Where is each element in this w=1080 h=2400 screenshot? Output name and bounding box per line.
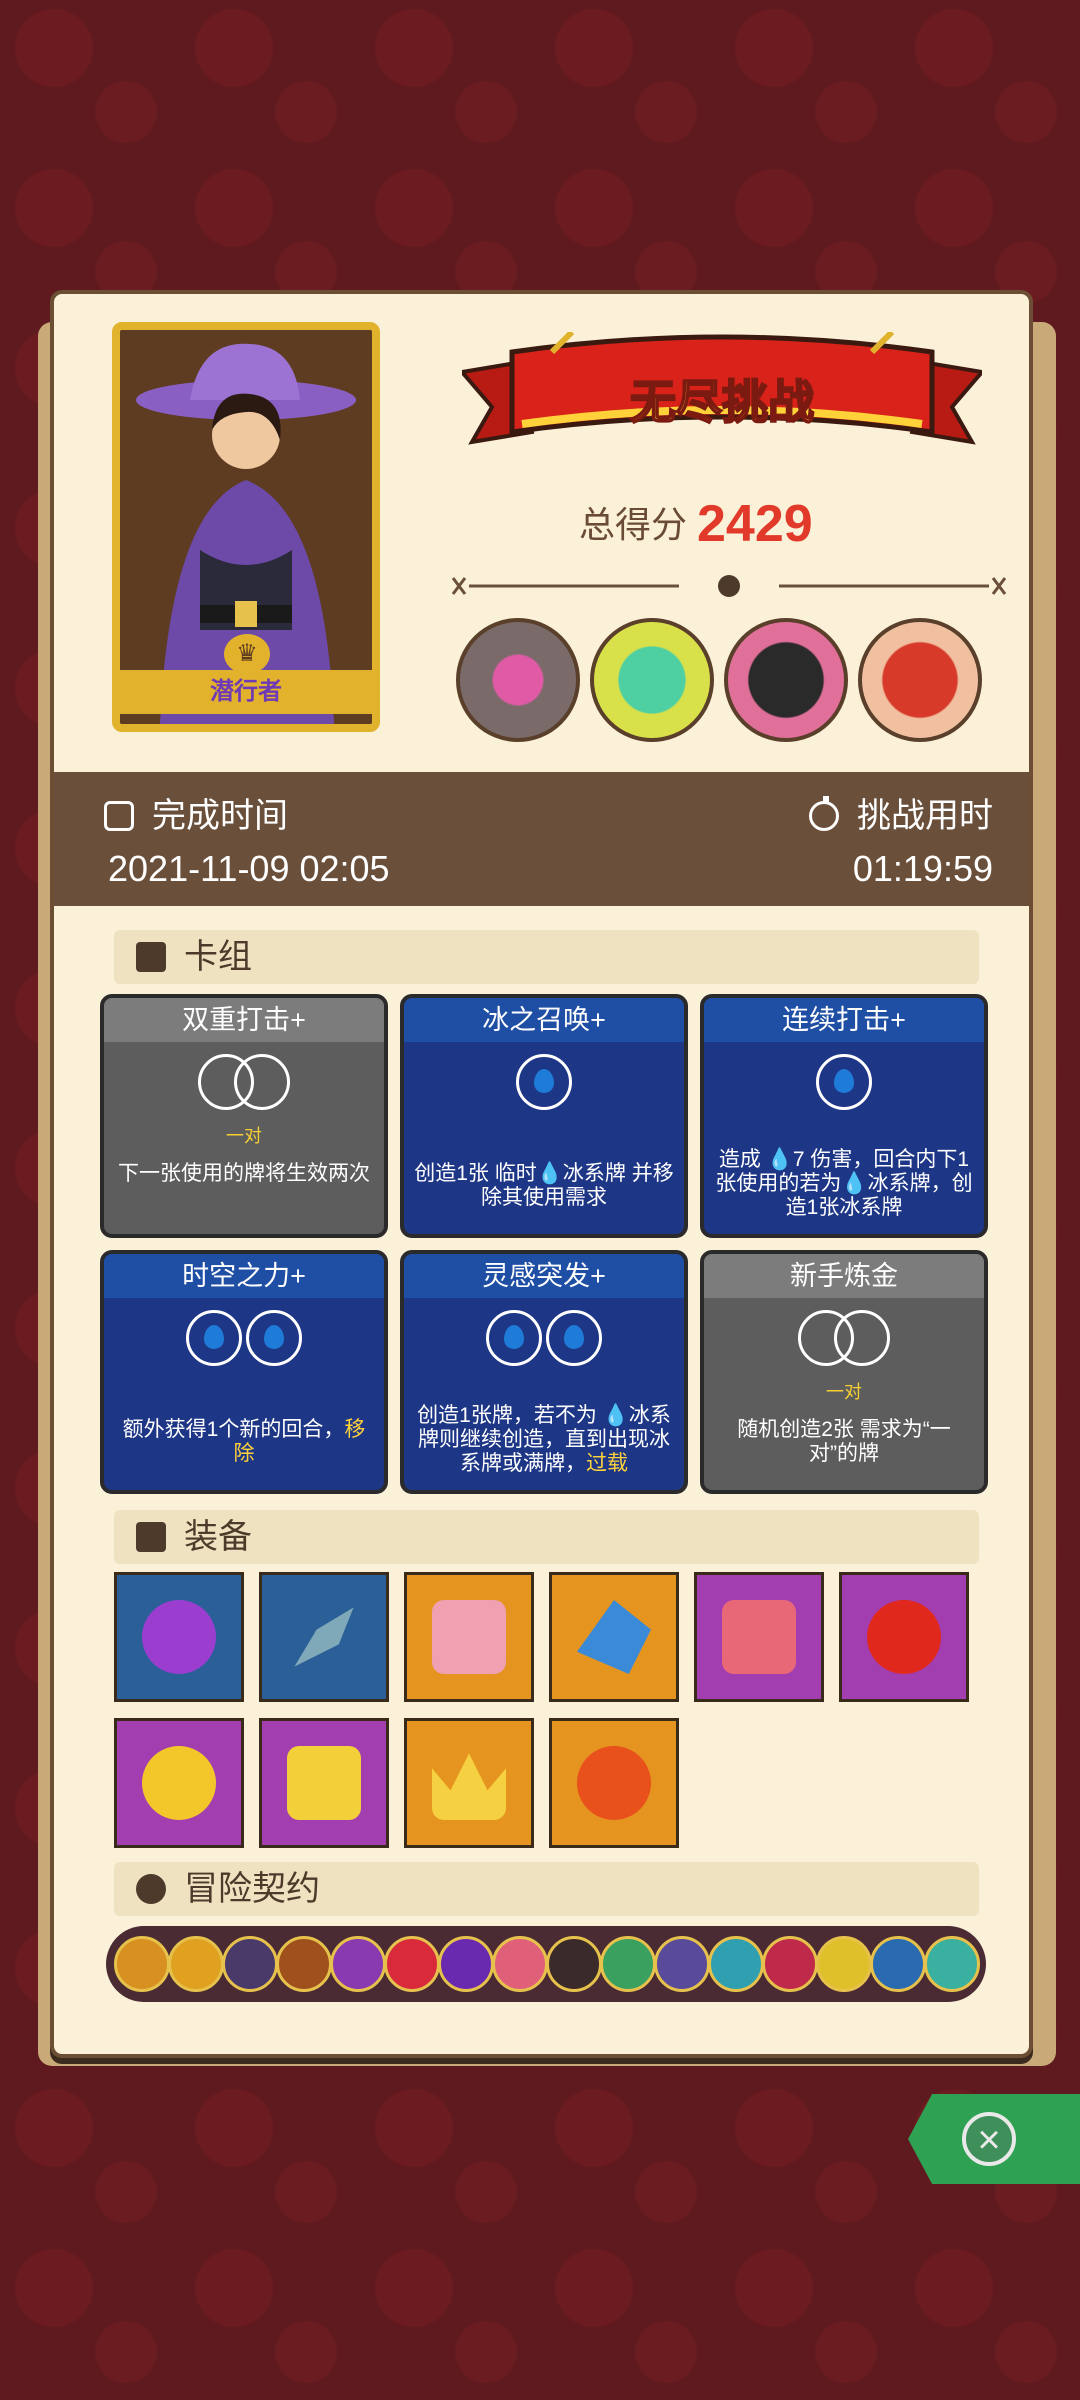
water-drop-icon <box>816 1054 872 1110</box>
cards-icon <box>136 942 166 972</box>
person-icon <box>136 1874 166 1904</box>
water-drop-icon <box>186 1310 242 1366</box>
deck-card[interactable]: 双重打击+ 一对 下一张使用的牌将生效两次 <box>100 994 388 1238</box>
empty-slot-icon <box>234 1054 290 1110</box>
contract-icon[interactable] <box>870 1936 926 1992</box>
heart-box-icon[interactable] <box>404 1572 534 1702</box>
empty-slot-icon <box>834 1310 890 1366</box>
pink-slime-icon[interactable] <box>694 1572 824 1702</box>
moon-star-icon[interactable] <box>114 1718 244 1848</box>
contract-icon[interactable] <box>654 1936 710 1992</box>
contract-icon[interactable] <box>384 1936 440 1992</box>
completion-label: 完成时间 <box>152 797 288 835</box>
scythe-blade-icon[interactable] <box>259 1572 389 1702</box>
golden-crown-icon[interactable] <box>404 1718 534 1848</box>
score-label: 总得分 <box>579 504 688 545</box>
score-value: 2429 <box>697 495 813 553</box>
contract-header: 冒险契约 <box>114 1862 979 1916</box>
deck-header: 卡组 <box>114 930 979 984</box>
contract-icon[interactable] <box>546 1936 602 1992</box>
contract-icon[interactable] <box>924 1936 980 1992</box>
water-drop-icon <box>246 1310 302 1366</box>
contract-icon[interactable] <box>600 1936 656 1992</box>
contract-icon[interactable] <box>492 1936 548 1992</box>
contract-icon[interactable] <box>438 1936 494 1992</box>
water-drop-icon <box>516 1054 572 1110</box>
cube-icon <box>136 1522 166 1552</box>
close-icon: × <box>962 2112 1016 2166</box>
boss-portrait[interactable] <box>590 618 714 742</box>
deck-card[interactable]: 灵感突发+ 创造1张牌，若不为 💧冰系牌则继续创造，直到出现冰系牌或满牌，过载 <box>400 1250 688 1494</box>
boss-portrait[interactable] <box>724 618 848 742</box>
contract-icon[interactable] <box>114 1936 170 1992</box>
stopwatch-icon <box>809 796 839 831</box>
time-bar: 完成时间 2021-11-09 02:05 挑战用时 01:19:59 <box>54 772 1029 906</box>
deck-card[interactable]: 新手炼金 一对 随机创造2张 需求为“一对”的牌 <box>700 1250 988 1494</box>
equipment-header: 装备 <box>114 1510 979 1564</box>
defeated-bosses <box>456 618 982 742</box>
contract-icon[interactable] <box>762 1936 818 1992</box>
banner-title: 无尽挑战 <box>629 375 815 429</box>
contract-icon[interactable] <box>168 1936 224 1992</box>
purple-potion-icon[interactable] <box>114 1572 244 1702</box>
deck-card[interactable]: 连续打击+ 造成 💧7 伤害，回合内下1张使用的若为💧冰系牌，创造1张冰系牌 <box>700 994 988 1238</box>
boss-portrait[interactable] <box>858 618 982 742</box>
close-button[interactable]: × <box>908 2094 1080 2184</box>
hero-card[interactable]: ♛ 潜行者 <box>112 322 380 732</box>
hero-name: 潜行者 <box>120 670 372 714</box>
result-panel: ♛ 潜行者 无尽挑战 总得分 2429 完成时间 2021-11-09 02:05… <box>50 290 1033 2058</box>
red-dagger-icon[interactable] <box>839 1572 969 1702</box>
duration-label: 挑战用时 <box>857 797 993 835</box>
contract-icon[interactable] <box>330 1936 386 1992</box>
calendar-icon <box>104 801 134 831</box>
contract-icon[interactable] <box>708 1936 764 1992</box>
contract-icon[interactable] <box>276 1936 332 1992</box>
completion-value: 2021-11-09 02:05 <box>108 848 390 889</box>
blue-crystal-icon[interactable] <box>549 1572 679 1702</box>
yellow-box-icon[interactable] <box>259 1718 389 1848</box>
fire-orb-icon[interactable] <box>549 1718 679 1848</box>
water-drop-icon <box>486 1310 542 1366</box>
contract-icon[interactable] <box>222 1936 278 1992</box>
deck-card[interactable]: 时空之力+ 额外获得1个新的回合，移除 <box>100 1250 388 1494</box>
deck-card[interactable]: 冰之召唤+ 创造1张 临时💧冰系牌 并移除其使用需求 <box>400 994 688 1238</box>
contract-icon[interactable] <box>816 1936 872 1992</box>
duration-value: 01:19:59 <box>852 848 993 889</box>
boss-portrait[interactable] <box>456 618 580 742</box>
water-drop-icon <box>546 1310 602 1366</box>
ornament-divider <box>451 575 1007 597</box>
total-score: 总得分 2429 <box>579 494 813 554</box>
crown-icon: ♛ <box>224 634 270 674</box>
contract-list <box>106 1926 986 2002</box>
